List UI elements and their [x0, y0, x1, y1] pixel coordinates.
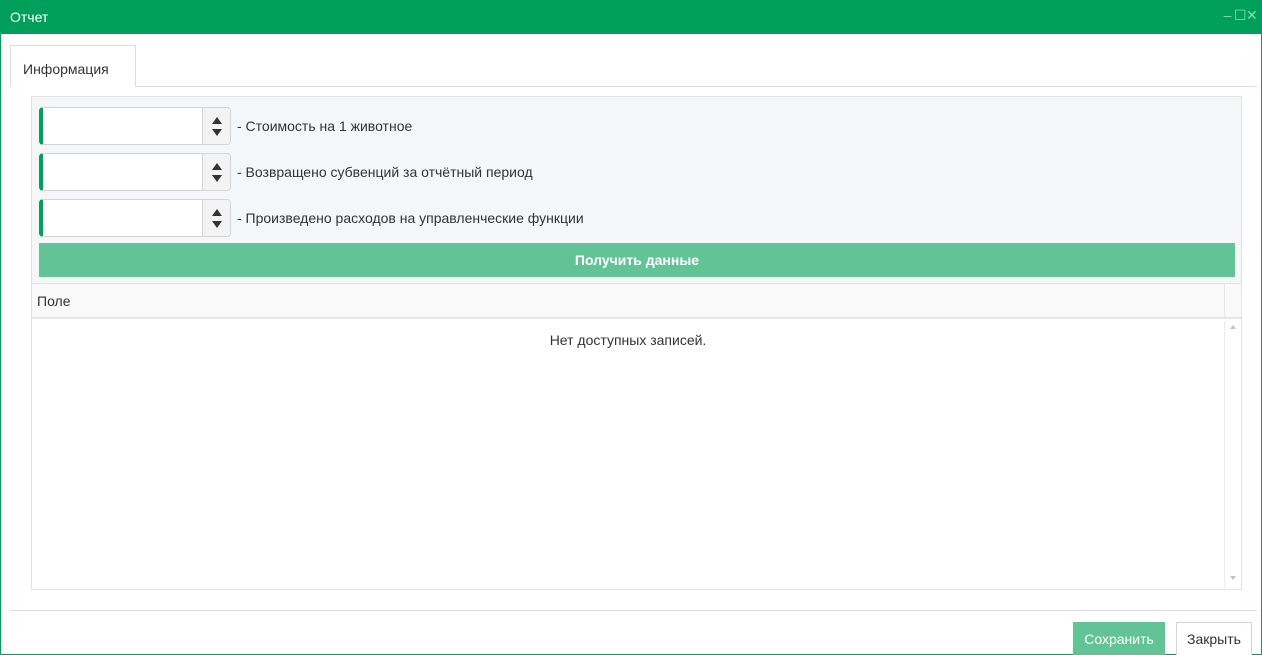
- arrow-up-icon[interactable]: [212, 163, 222, 170]
- management-expenses-field[interactable]: [43, 200, 201, 236]
- returned-subventions-field[interactable]: [43, 154, 201, 190]
- maximize-icon[interactable]: ☐: [1234, 7, 1247, 23]
- arrow-down-icon[interactable]: [212, 221, 222, 228]
- title-bar[interactable]: Отчет – ☐ ✕: [1, 1, 1261, 34]
- close-button[interactable]: Закрыть: [1176, 622, 1252, 655]
- spinner[interactable]: [202, 200, 230, 236]
- field-row-management-expenses: - Произведено расходов на управленческие…: [39, 199, 584, 237]
- vertical-scrollbar[interactable]: [1224, 321, 1241, 588]
- cost-per-animal-label: - Стоимость на 1 животное: [237, 118, 413, 134]
- field-row-cost-per-animal: - Стоимость на 1 животное: [39, 107, 412, 145]
- save-button[interactable]: Сохранить: [1073, 622, 1165, 655]
- scroll-up-icon[interactable]: [1230, 325, 1236, 329]
- management-expenses-input[interactable]: [39, 199, 231, 237]
- grid-body: Нет доступных записей.: [32, 321, 1241, 588]
- arrow-down-icon[interactable]: [212, 129, 222, 136]
- minimize-icon[interactable]: –: [1222, 7, 1233, 23]
- tab-information[interactable]: Информация: [10, 45, 136, 87]
- management-expenses-label: - Произведено расходов на управленческие…: [237, 210, 584, 226]
- footer-divider: [10, 610, 1257, 611]
- column-header-field[interactable]: Поле: [37, 293, 71, 309]
- get-data-button[interactable]: Получить данные: [39, 243, 1235, 277]
- cost-per-animal-input[interactable]: [39, 107, 231, 145]
- report-window: Отчет – ☐ ✕ Информация - Стоимость на 1 …: [0, 0, 1262, 655]
- tab-strip: Информация: [10, 45, 1257, 87]
- spinner[interactable]: [202, 108, 230, 144]
- spinner[interactable]: [202, 154, 230, 190]
- field-row-returned-subventions: - Возвращено субвенций за отчётный перио…: [39, 153, 533, 191]
- arrow-up-icon[interactable]: [212, 209, 222, 216]
- window-controls: – ☐ ✕: [1222, 7, 1258, 23]
- grid-header: Поле: [32, 284, 1241, 319]
- scroll-down-icon[interactable]: [1230, 576, 1236, 580]
- cost-per-animal-field[interactable]: [43, 108, 201, 144]
- window-title: Отчет: [10, 9, 49, 25]
- returned-subventions-input[interactable]: [39, 153, 231, 191]
- close-icon[interactable]: ✕: [1246, 7, 1258, 23]
- grid-header-scroll-spacer: [1224, 284, 1241, 317]
- information-panel: - Стоимость на 1 животное - Возвращено с…: [31, 96, 1242, 590]
- returned-subventions-label: - Возвращено субвенций за отчётный перио…: [237, 164, 533, 180]
- arrow-down-icon[interactable]: [212, 175, 222, 182]
- data-grid: Поле Нет доступных записей.: [32, 283, 1241, 589]
- arrow-up-icon[interactable]: [212, 117, 222, 124]
- empty-message: Нет доступных записей.: [549, 332, 707, 348]
